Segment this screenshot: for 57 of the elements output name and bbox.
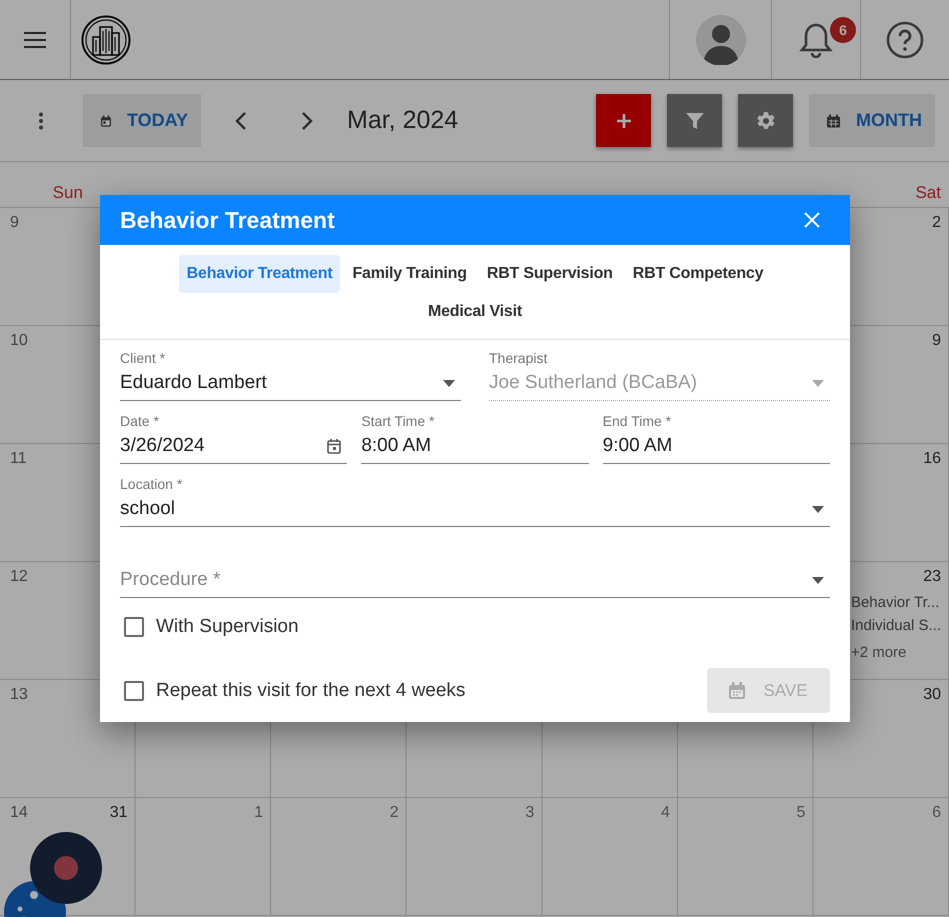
previous-icon[interactable] <box>235 110 247 130</box>
more-icon[interactable] <box>38 112 44 130</box>
day-number: 4 <box>660 804 670 823</box>
plus-icon <box>616 112 632 128</box>
help-icon[interactable] <box>886 20 924 58</box>
form-field[interactable]: Date * 3/26/2024 <box>120 413 348 464</box>
filter-button[interactable] <box>667 94 722 147</box>
supervision-checkbox[interactable]: With Supervision <box>124 616 830 638</box>
filter-icon <box>684 110 704 130</box>
tab[interactable]: RBT Supervision <box>478 255 621 293</box>
next-icon[interactable] <box>301 110 313 130</box>
tab[interactable]: Behavior Treatment <box>178 255 340 293</box>
settings-button[interactable] <box>738 94 793 147</box>
week-number: 13 <box>10 686 28 705</box>
week-number: 11 <box>10 450 27 469</box>
day-number: 5 <box>796 804 806 823</box>
calendar-icon <box>729 682 746 699</box>
dropdown-caret-icon[interactable] <box>443 380 455 386</box>
form-field[interactable]: Client * Eduardo Lambert <box>120 350 461 401</box>
day-number: 31 <box>110 804 128 823</box>
avatar-icon[interactable] <box>696 14 746 64</box>
notification-badge: 6 <box>830 17 856 43</box>
week-number: 14 <box>10 804 28 823</box>
weekday-label: Sun <box>52 183 83 203</box>
menu-icon[interactable] <box>24 32 46 48</box>
close-icon[interactable] <box>804 212 820 228</box>
day-number: 16 <box>923 450 941 469</box>
calendar-icon <box>827 112 840 130</box>
day-number: 3 <box>525 804 534 823</box>
repeat-checkbox[interactable]: Repeat this visit for the next 4 weeks <box>124 680 466 702</box>
bell-icon[interactable] <box>799 22 833 58</box>
calendar-icon[interactable] <box>327 438 342 454</box>
dialog-title: Behavior Treatment <box>120 206 335 234</box>
form-field[interactable]: Procedure * <box>120 539 830 598</box>
buildings-logo-icon <box>81 14 131 64</box>
week-number: 10 <box>10 332 28 351</box>
day-number: 30 <box>923 686 941 705</box>
day-number: 2 <box>390 804 399 823</box>
day-number: 1 <box>254 804 264 823</box>
tab[interactable]: RBT Competency <box>624 255 772 293</box>
weekday-label: Sat <box>915 183 941 203</box>
week-number: 12 <box>10 568 28 587</box>
tab[interactable]: Medical Visit <box>420 293 530 331</box>
record-button-icon[interactable] <box>30 832 102 904</box>
week-number: 9 <box>10 214 19 233</box>
dropdown-caret-icon[interactable] <box>812 576 824 584</box>
form-field[interactable]: End Time * 9:00 AM <box>602 413 830 464</box>
day-number: 6 <box>932 804 941 823</box>
dropdown-caret-icon[interactable] <box>812 506 824 512</box>
form-field[interactable]: Start Time * 8:00 AM <box>361 413 589 464</box>
day-number: 23 <box>923 568 941 587</box>
day-number: 2 <box>932 214 941 233</box>
form-field[interactable]: Location * school <box>120 476 830 527</box>
day-number: 9 <box>932 332 941 351</box>
month-label: Mar, 2024 <box>347 106 458 135</box>
settings-icon <box>756 110 776 130</box>
tab[interactable]: Family Training <box>344 255 475 293</box>
